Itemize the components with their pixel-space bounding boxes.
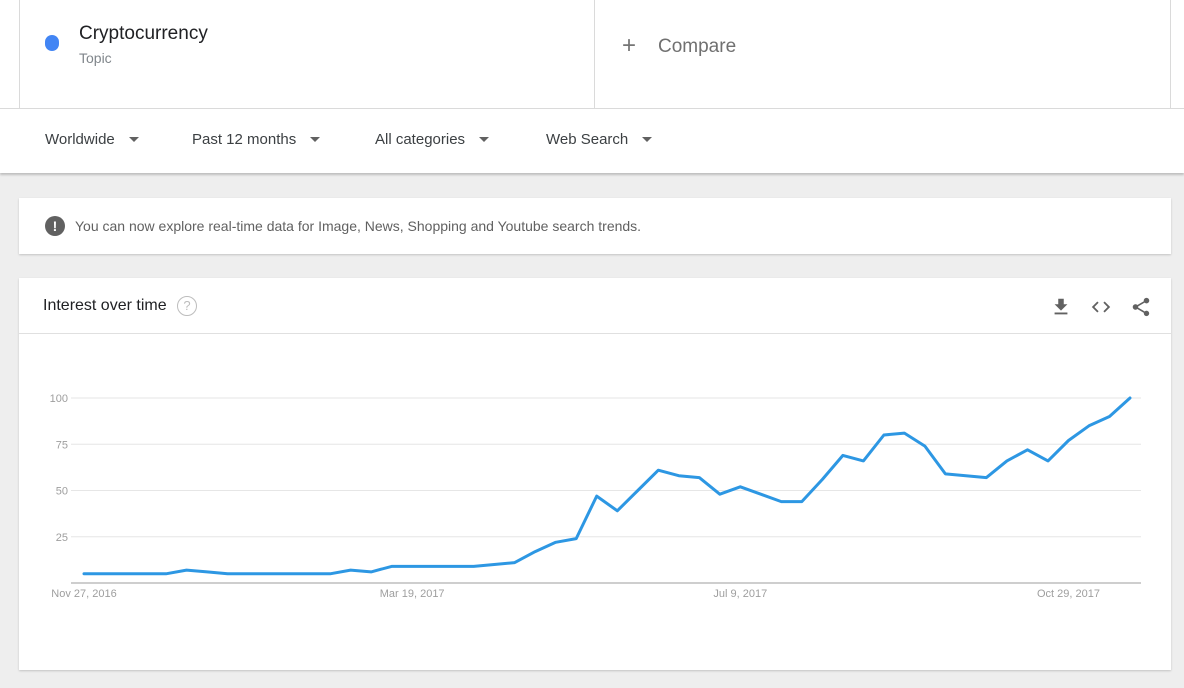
category-filter-label: All categories <box>375 131 466 148</box>
data-point[interactable] <box>1106 414 1112 420</box>
caret-down-icon <box>310 136 321 142</box>
data-point[interactable] <box>327 571 333 577</box>
data-point[interactable] <box>471 563 477 569</box>
data-point[interactable] <box>245 571 251 577</box>
data-point[interactable] <box>778 499 784 505</box>
data-point[interactable] <box>430 563 436 569</box>
data-point[interactable] <box>819 476 825 482</box>
data-point[interactable] <box>922 443 928 449</box>
notice-banner: ! You can now explore real-time data for… <box>19 198 1171 254</box>
data-point[interactable] <box>184 567 190 573</box>
data-point[interactable] <box>122 571 128 577</box>
series-line[interactable] <box>82 396 1132 576</box>
data-point[interactable] <box>799 499 805 505</box>
search-terms-bar: Cryptocurrency Topic + Compare <box>0 0 1184 109</box>
exclamation-icon: ! <box>45 216 65 236</box>
region-filter-label: Worldwide <box>45 131 115 148</box>
data-point[interactable] <box>409 563 415 569</box>
data-point[interactable] <box>573 536 579 542</box>
compare-label: Compare <box>658 36 737 57</box>
data-point[interactable] <box>881 432 887 438</box>
interest-over-time-card: Interest over time ? 25 50 75 100 Nov 27, 20… <box>19 278 1171 670</box>
term-color-dot <box>45 35 59 51</box>
data-point[interactable] <box>266 571 272 577</box>
data-point[interactable] <box>1045 458 1051 464</box>
x-tick-label: Mar 19, 2017 <box>380 588 445 600</box>
time-range-filter-label: Past 12 months <box>192 131 297 148</box>
search-type-filter[interactable]: Web Search <box>546 131 653 148</box>
x-tick-label: Oct 29, 2017 <box>1037 588 1100 600</box>
data-point[interactable] <box>512 560 518 566</box>
interest-line-chart: 25 50 75 100 Nov 27, 2016 Mar 19, 2017 Jul 9, … <box>50 393 1141 600</box>
data-point[interactable] <box>1127 395 1133 401</box>
data-point[interactable] <box>655 467 661 473</box>
data-point[interactable] <box>163 571 169 577</box>
data-point[interactable] <box>491 562 497 568</box>
y-tick-label: 75 <box>56 439 68 451</box>
search-type-filter-label: Web Search <box>546 131 629 148</box>
data-point[interactable] <box>696 475 702 481</box>
plus-icon: + <box>622 32 637 59</box>
data-point[interactable] <box>204 569 210 575</box>
data-point[interactable] <box>840 452 846 458</box>
data-point[interactable] <box>614 508 620 514</box>
caret-down-icon <box>128 136 139 142</box>
caret-down-icon <box>642 136 653 142</box>
data-point[interactable] <box>102 571 108 577</box>
x-tick-label: Nov 27, 2016 <box>51 588 116 600</box>
notice-text: You can now explore real-time data for I… <box>75 218 642 234</box>
category-filter[interactable]: All categories <box>375 131 490 148</box>
data-point[interactable] <box>983 475 989 481</box>
data-point[interactable] <box>676 473 682 479</box>
search-term-card[interactable]: Cryptocurrency Topic <box>19 0 595 108</box>
y-tick-label: 50 <box>56 486 68 498</box>
y-tick-label: 25 <box>56 532 68 544</box>
filter-bar: Worldwide Past 12 months All categories … <box>0 109 1184 173</box>
region-filter[interactable]: Worldwide <box>45 131 139 148</box>
data-point[interactable] <box>348 567 354 573</box>
data-point[interactable] <box>532 549 538 555</box>
data-point[interactable] <box>594 493 600 499</box>
data-point[interactable] <box>286 571 292 577</box>
data-point[interactable] <box>307 571 313 577</box>
data-point[interactable] <box>758 491 764 497</box>
data-point[interactable] <box>901 430 907 436</box>
data-point[interactable] <box>450 563 456 569</box>
data-point[interactable] <box>635 488 641 494</box>
data-point[interactable] <box>1065 438 1071 444</box>
data-point[interactable] <box>225 571 231 577</box>
x-tick-label: Jul 9, 2017 <box>713 588 767 600</box>
data-point[interactable] <box>1024 447 1030 453</box>
data-point[interactable] <box>717 491 723 497</box>
data-point[interactable] <box>368 569 374 575</box>
term-type: Topic <box>79 50 112 66</box>
y-tick-label: 100 <box>50 393 68 405</box>
data-point[interactable] <box>553 539 559 545</box>
data-point[interactable] <box>1004 458 1010 464</box>
data-point[interactable] <box>737 484 743 490</box>
caret-down-icon <box>479 136 490 142</box>
data-point[interactable] <box>1086 423 1092 429</box>
data-point[interactable] <box>963 473 969 479</box>
data-point[interactable] <box>81 571 87 577</box>
data-point[interactable] <box>860 458 866 464</box>
data-point[interactable] <box>942 471 948 477</box>
term-name: Cryptocurrency <box>79 23 208 44</box>
data-point[interactable] <box>143 571 149 577</box>
data-point[interactable] <box>389 563 395 569</box>
time-range-filter[interactable]: Past 12 months <box>192 131 321 148</box>
compare-button[interactable]: + Compare <box>595 0 1171 108</box>
